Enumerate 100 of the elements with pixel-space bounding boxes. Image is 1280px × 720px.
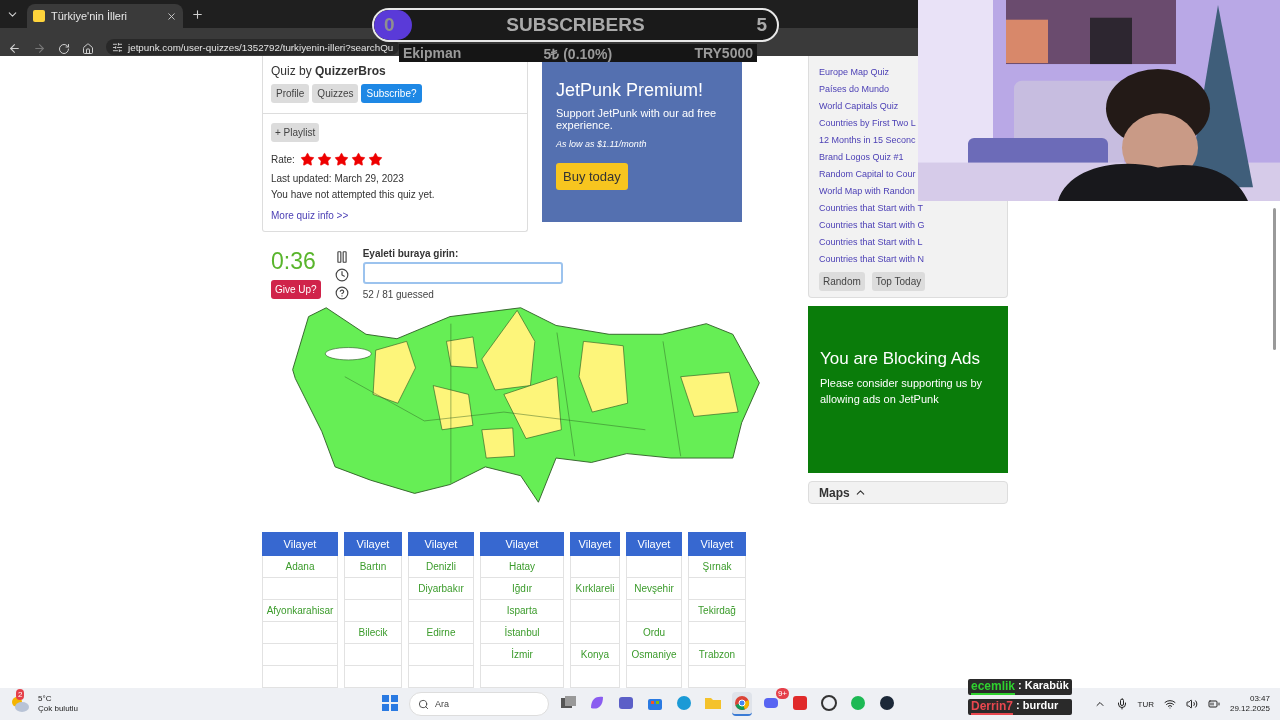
forward-icon[interactable] (33, 42, 46, 55)
playlist-button[interactable]: + Playlist (271, 123, 320, 142)
timer: 0:36 (271, 248, 316, 275)
goal-label: SUBSCRIBERS (506, 14, 645, 36)
subscribe-button[interactable]: Subscribe? (361, 84, 422, 103)
quiz-link[interactable]: Brand Logos Quiz #1 (819, 151, 904, 164)
give-up-button[interactable]: Give Up? (271, 280, 321, 299)
search-field[interactable]: Ara (409, 692, 549, 716)
address-bar[interactable]: jetpunk.com/user-quizzes/1352792/turkiyenin-illeri?searchQu (106, 39, 399, 55)
table-cell (570, 600, 620, 622)
volume-icon[interactable] (1185, 698, 1198, 710)
table-cell: Iğdır (480, 578, 564, 600)
column-header: Vilayet (480, 532, 564, 556)
notification-badge: 9+ (775, 688, 789, 699)
quiz-link[interactable]: 12 Months in 15 Seconc (819, 134, 916, 147)
home-icon[interactable] (82, 43, 94, 55)
quiz-author: Quiz by QuizzerBros (271, 64, 387, 78)
language-indicator[interactable]: TUR (1137, 699, 1154, 709)
new-tab-icon[interactable] (191, 7, 204, 21)
clock-icon[interactable] (334, 268, 349, 282)
pause-icon[interactable] (334, 250, 349, 264)
quiz-link[interactable]: Countries by First Two L (819, 117, 916, 130)
quiz-link[interactable]: Países do Mundo (819, 83, 890, 96)
table-cell (344, 578, 402, 600)
donation-target: TRY5000 (694, 45, 753, 61)
rate-label: Rate: (271, 154, 295, 165)
clock-date[interactable]: 29.12.2025 (1229, 704, 1270, 714)
back-icon[interactable] (8, 42, 21, 55)
help-icon[interactable] (334, 286, 349, 300)
table-cell: Trabzon (688, 644, 746, 666)
quiz-link[interactable]: Countries that Start with N (819, 253, 925, 266)
column-header: Vilayet (344, 532, 402, 556)
table-cell: Afyonkarahisar (262, 600, 338, 622)
temperature: 5°C (38, 694, 53, 704)
browser-tab[interactable]: Türkiye'nin İlleri (27, 4, 183, 28)
windows-icon[interactable] (380, 693, 400, 713)
table-cell: Isparta (480, 600, 564, 622)
table-cell: Kırklareli (570, 578, 620, 600)
donation-name: Ekipman (403, 45, 462, 61)
nav-button[interactable]: Profile (271, 84, 310, 103)
scrollbar[interactable] (1273, 208, 1276, 350)
donation-amount: 5₺ (0.10%) (543, 44, 613, 63)
table-cell: Adana (262, 556, 338, 578)
chat-message: : burdur (1016, 699, 1059, 713)
sidebar-button[interactable]: Random (819, 272, 865, 291)
buy-button[interactable]: Buy today (556, 163, 628, 190)
wifi-icon[interactable] (1163, 698, 1176, 710)
table-cell (570, 556, 620, 578)
table-cell: Tekirdağ (688, 600, 746, 622)
star-icon[interactable] (316, 152, 332, 167)
site-settings-icon[interactable] (112, 41, 123, 53)
notice-text: Please consider supporting us by allowing ads on JetPunk (820, 376, 984, 407)
star-icon[interactable] (367, 152, 383, 167)
quiz-link[interactable]: World Map with Randon (819, 185, 915, 198)
table-cell (626, 556, 682, 578)
answer-field[interactable] (362, 262, 563, 284)
chat-message: : Karabük (1018, 679, 1069, 693)
nav-button[interactable]: Quizzes (312, 84, 359, 103)
table-cell: Nevşehir (626, 578, 682, 600)
microphone-icon[interactable] (1115, 698, 1128, 710)
table-cell: Bilecik (344, 622, 402, 644)
reload-icon[interactable] (58, 43, 70, 55)
close-icon[interactable] (166, 10, 177, 22)
quiz-link[interactable]: Countries that Start with L (819, 236, 923, 249)
table-cell (570, 622, 620, 644)
sidebar-button[interactable]: Top Today (871, 272, 926, 291)
star-icon[interactable] (333, 152, 349, 167)
chat-username: Derrin7 (971, 699, 1014, 715)
star-icon[interactable] (350, 152, 366, 167)
banner-title: JetPunk Premium! (556, 80, 705, 101)
table-cell: Hatay (480, 556, 564, 578)
answer-prompt: Eyaleti buraya girin: (362, 248, 460, 259)
star-icon[interactable] (299, 152, 315, 167)
banner-text: Support JetPunk with our ad free experience. (556, 107, 718, 131)
table-cell: Denizli (408, 556, 474, 578)
battery-icon[interactable] (1207, 698, 1220, 710)
quiz-link[interactable]: Random Capital to Cour (819, 168, 916, 181)
banner-price: As low as $1.11/month (556, 139, 648, 149)
guess-count: 52 / 81 guessed (362, 289, 435, 300)
maps-section-toggle[interactable]: Maps (808, 481, 1008, 504)
column-header: Vilayet (262, 532, 338, 556)
quiz-link[interactable]: Europe Map Quiz (819, 66, 890, 79)
quiz-link[interactable]: Countries that Start with T (819, 202, 923, 215)
quiz-link[interactable]: World Capitals Quiz (819, 100, 899, 113)
weather-icon[interactable] (10, 695, 30, 713)
table-cell (344, 600, 402, 622)
table-cell: Ordu (626, 622, 682, 644)
table-cell: İstanbul (480, 622, 564, 644)
table-cell: Diyarbakır (408, 578, 474, 600)
clock-time[interactable]: 03:47 (1249, 694, 1270, 704)
table-cell (408, 600, 474, 622)
last-updated: Last updated: March 29, 2023 (271, 173, 405, 184)
chat-username: ecemlik (971, 679, 1016, 695)
quiz-link[interactable]: Countries that Start with G (819, 219, 925, 232)
column-header: Vilayet (408, 532, 474, 556)
chrome-icon[interactable] (732, 693, 752, 713)
goal-target: 5 (756, 14, 767, 36)
attempt-note: You have not attempted this quiz yet. (271, 189, 436, 200)
table-cell: Konya (570, 644, 620, 666)
more-info-link[interactable]: More quiz info >> (271, 210, 349, 221)
